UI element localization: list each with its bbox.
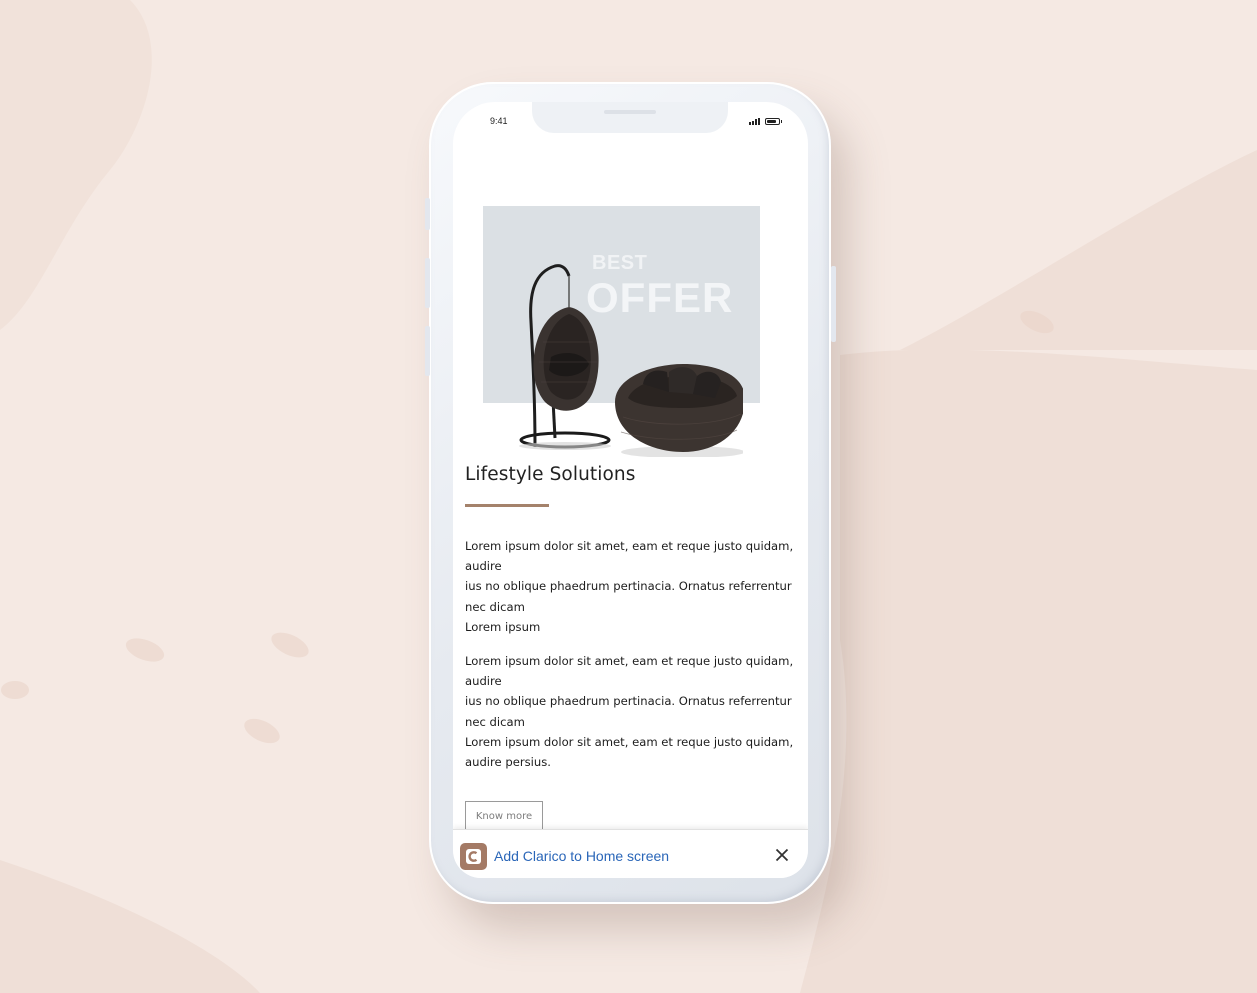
paragraph-line: ius no oblique phaedrum pertinacia. Orna…: [465, 694, 792, 709]
notch: [532, 102, 728, 133]
paragraph-line: nec dicam: [465, 714, 525, 729]
mute-switch: [425, 198, 430, 230]
status-icons: [748, 116, 782, 126]
speaker-grille: [604, 110, 656, 114]
know-more-button[interactable]: Know more: [465, 801, 543, 831]
paragraph-line: Lorem ipsum: [465, 619, 541, 634]
volume-up-button: [425, 258, 430, 308]
paragraph-line: nec dicam: [465, 599, 525, 614]
paragraph-line: audire: [465, 559, 502, 574]
volume-down-button: [425, 326, 430, 376]
battery-icon: [764, 117, 782, 125]
close-icon[interactable]: [775, 848, 789, 862]
status-time: 9:41: [490, 116, 508, 126]
add-to-home-banner[interactable]: Add Clarico to Home screen: [453, 829, 808, 878]
paragraph-1: Lorem ipsum dolor sit amet, eam et reque…: [465, 536, 795, 637]
clarico-logo-icon: [460, 843, 487, 870]
section-title: Lifestyle Solutions: [465, 464, 636, 485]
add-to-home-text[interactable]: Add Clarico to Home screen: [494, 848, 669, 864]
paragraph-2: Lorem ipsum dolor sit amet, eam et reque…: [465, 651, 795, 772]
paragraph-line: audire persius.: [465, 755, 551, 770]
paragraph-line: ius no oblique phaedrum pertinacia. Orna…: [465, 579, 792, 594]
power-button: [831, 266, 836, 342]
wicker-chairs-image: [519, 264, 743, 457]
paragraph-line: Lorem ipsum dolor sit amet, eam et reque…: [465, 654, 794, 668]
phone-screen: 9:41 BEST OFFER Lifestyle Solutions Lore…: [453, 102, 808, 878]
title-underline: [465, 504, 549, 507]
paragraph-line: Lorem ipsum dolor sit amet, eam et reque…: [465, 734, 794, 749]
signal-icon: [748, 117, 761, 125]
paragraph-line: audire: [465, 674, 502, 689]
paragraph-line: Lorem ipsum dolor sit amet, eam et reque…: [465, 539, 794, 553]
